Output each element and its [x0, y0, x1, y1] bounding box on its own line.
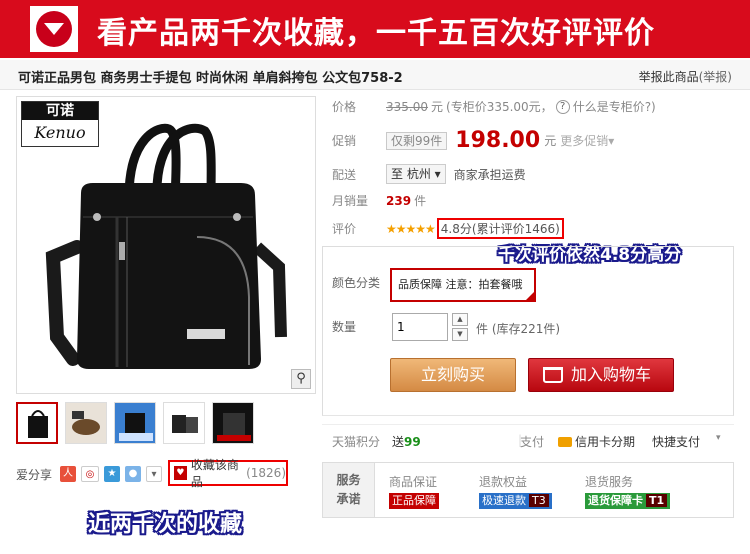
- service-tag-suffix: T1: [646, 494, 668, 507]
- promo-row: 促销 仅剩99件 198.00 元 更多促销▾: [322, 128, 614, 153]
- points-label: 天猫积分: [332, 435, 381, 449]
- promo-unit: 元: [544, 134, 557, 148]
- service-col-1: 商品保证 正品保障: [389, 473, 439, 509]
- more-promo-link[interactable]: 更多促销▾: [560, 132, 614, 149]
- main-product-image[interactable]: 可诺 Kenuo ⚲: [16, 96, 316, 394]
- buy-now-button[interactable]: 立刻购买: [390, 358, 516, 392]
- cart-icon: [543, 367, 563, 383]
- thumbnail-4[interactable]: [163, 402, 205, 444]
- thumbnail-1[interactable]: [16, 402, 58, 444]
- service-col-3: 退货服务 退货保障卡 T1: [585, 473, 671, 509]
- promo-label: 促销: [332, 134, 357, 148]
- brand-logo-cn: 可诺: [22, 102, 98, 120]
- promo-tag: 仅剩99件: [386, 131, 448, 150]
- title-row: 可诺正品男包 商务男士手提包 时尚休闲 单肩斜挎包 公文包758-2 举报此商品…: [0, 60, 750, 90]
- sales-count: 239: [386, 193, 412, 208]
- report-link[interactable]: 举报此商品(举报): [639, 68, 732, 85]
- promo-price: 198.00: [455, 128, 541, 153]
- credit-card-installment[interactable]: 信用卡分期: [558, 433, 635, 450]
- counter-price-help[interactable]: 什么是专柜价?): [573, 98, 656, 115]
- service-head: 服务 承诺: [323, 463, 375, 517]
- points-prefix: 送: [392, 435, 405, 449]
- price-label: 价格: [332, 100, 357, 114]
- favorite-label[interactable]: 收藏该商品: [191, 456, 246, 490]
- share-more-chevron-icon[interactable]: ▾: [146, 466, 163, 482]
- zoom-icon[interactable]: ⚲: [291, 369, 311, 389]
- share-weibo-icon[interactable]: ◎: [81, 466, 100, 482]
- banner-text: 看产品两千次收藏，一千五百次好评评价: [97, 16, 655, 51]
- points-row: 天猫积分 送99 | 支付 信用卡分期 快捷支付 ▾: [322, 424, 734, 454]
- price-unit: 元: [431, 100, 444, 114]
- service-col-title: 退款权益: [479, 475, 528, 489]
- shipping-label: 配送: [332, 167, 357, 182]
- service-tag[interactable]: 退货保障卡 T1: [585, 493, 671, 509]
- qty-label: 数量: [332, 320, 357, 334]
- shipping-row: 配送 至 杭州 ▾ 商家承担运费: [322, 164, 526, 184]
- sales-row: 月销量 239 件: [322, 192, 426, 209]
- favorite-icon: ♥: [174, 466, 187, 480]
- color-label: 颜色分类: [332, 276, 381, 290]
- service-tag-text[interactable]: 退货保障卡: [588, 494, 643, 507]
- pay-label: 支付: [520, 435, 545, 449]
- rating-summary[interactable]: 4.8分(累计评价1466): [436, 218, 564, 239]
- service-col-title: 商品保证: [389, 475, 438, 489]
- counter-price-note: (专柜价335.00元，: [446, 100, 553, 114]
- thumbnail-2[interactable]: [65, 402, 107, 444]
- report-paren[interactable]: (举报): [699, 70, 732, 84]
- share-qq-icon[interactable]: ●: [125, 466, 142, 482]
- share-row: 爱分享 人 ◎ ★ ● ▾: [16, 462, 167, 486]
- sales-unit: 件: [414, 194, 427, 208]
- thumbnail-strip: [16, 402, 254, 446]
- sales-label: 月销量: [332, 194, 369, 208]
- credit-card-icon: [558, 437, 572, 447]
- service-tag[interactable]: 极速退款 T3: [479, 493, 552, 509]
- rating-row: 评价 ★★★★★ 4.8分(累计评价1466): [322, 218, 564, 239]
- rating-stars-icon: ★★★★★: [386, 221, 436, 236]
- promo-banner: 看产品两千次收藏，一千五百次好评评价: [0, 0, 750, 58]
- add-to-cart-label[interactable]: 加入购物车: [571, 365, 651, 384]
- color-option[interactable]: 品质保障 注意：拍套餐哦: [390, 268, 536, 302]
- favorite-count: (1826): [246, 466, 286, 480]
- thumbnail-3[interactable]: [114, 402, 156, 444]
- share-label: 爱分享: [16, 467, 53, 482]
- original-price: 335.00: [386, 99, 428, 114]
- share-qzone-icon[interactable]: ★: [104, 466, 121, 482]
- brand-logo-en: Kenuo: [34, 123, 86, 142]
- service-tag-text[interactable]: 极速退款: [482, 494, 526, 507]
- fast-pay-chevron-icon[interactable]: ▾: [716, 433, 721, 443]
- points-value: 送99: [392, 433, 421, 450]
- service-head-text: 服务 承诺: [336, 473, 361, 506]
- price-row: 价格 335.00 元 (专柜价335.00元， ? 什么是专柜价?): [322, 98, 656, 115]
- favorite-button[interactable]: ♥ 收藏该商品 (1826): [168, 458, 288, 489]
- share-tmall-icon[interactable]: 人: [60, 466, 77, 482]
- brand-logo: 可诺 Kenuo: [21, 101, 99, 147]
- service-commitment: 服务 承诺 商品保证 正品保障 退款权益 极速退款 T3 退货服务 退货保障卡 T1: [322, 462, 734, 518]
- stock-info: 件 (库存221件): [476, 322, 561, 336]
- add-to-cart-button[interactable]: 加入购物车: [528, 358, 674, 392]
- service-col-title: 退货服务: [585, 475, 634, 489]
- qty-decrease-icon[interactable]: ▼: [452, 328, 468, 341]
- help-question-icon[interactable]: ?: [555, 99, 570, 114]
- thumbnail-5[interactable]: [212, 402, 254, 444]
- quantity-input[interactable]: [392, 313, 448, 341]
- credit-card-label[interactable]: 信用卡分期: [575, 435, 635, 449]
- qty-increase-icon[interactable]: ▲: [452, 313, 468, 326]
- product-title: 可诺正品男包 商务男士手提包 时尚休闲 单肩斜挎包 公文包758-2: [18, 71, 403, 86]
- service-col-2: 退款权益 极速退款 T3: [479, 473, 552, 509]
- report-label[interactable]: 举报此商品: [639, 70, 699, 84]
- fast-pay-label[interactable]: 快捷支付: [652, 433, 700, 450]
- rating-label: 评价: [332, 222, 357, 236]
- service-tag[interactable]: 正品保障: [389, 493, 439, 509]
- service-tag-suffix: T3: [529, 494, 549, 507]
- favorites-callout: 近两千次的收藏: [88, 512, 243, 537]
- shipping-note: 商家承担运费: [453, 167, 526, 182]
- down-arrow-icon: [30, 6, 78, 52]
- points-number: 99: [404, 435, 421, 449]
- location-select[interactable]: 至 杭州 ▾: [386, 164, 446, 184]
